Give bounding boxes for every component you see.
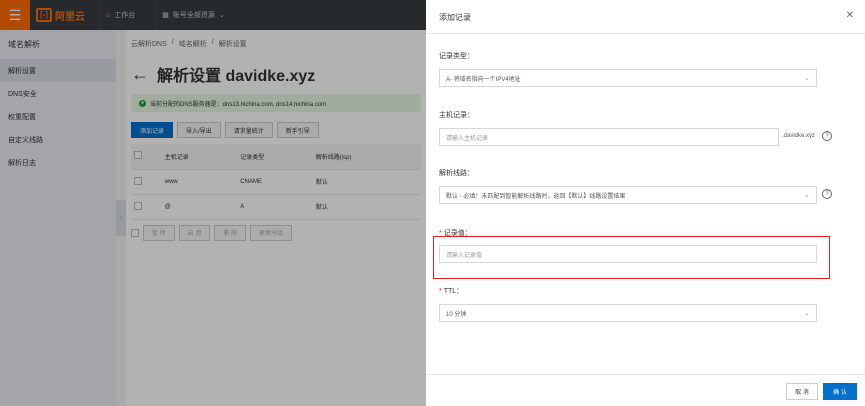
panel-divider <box>426 33 865 34</box>
chevron-down-icon: ⌄ <box>804 310 810 317</box>
record-value-label-text: 记录值： <box>443 230 472 237</box>
required-asterisk: * <box>439 230 442 237</box>
record-type-value: A- 将域名指向一个IPV4地址 <box>446 76 521 83</box>
panel-footer-divider <box>426 374 865 375</box>
add-record-panel: 添加记录 ✕ 记录类型： A- 将域名指向一个IPV4地址 ⌄ 主机记录： 请输… <box>426 0 865 406</box>
chevron-down-icon: ⌄ <box>804 75 810 82</box>
record-type-label: 记录类型： <box>439 53 474 60</box>
modal-backdrop[interactable] <box>0 0 426 406</box>
domain-suffix: .davidke.xyz <box>782 133 816 139</box>
record-value-label: * 记录值： <box>439 228 472 238</box>
cancel-button[interactable]: 取 消 <box>786 383 818 400</box>
resolve-line-label: 解析线路： <box>439 170 474 177</box>
resolve-line-value: 默认 - 必填！未匹配到智能解析线路时，返回【默认】线路设置结果 <box>446 193 626 200</box>
help-icon[interactable]: ? <box>822 189 832 199</box>
panel-title: 添加记录 <box>439 13 471 22</box>
ttl-select[interactable]: 10 分钟 ⌄ <box>439 304 817 322</box>
confirm-button[interactable]: 确 认 <box>823 383 857 400</box>
required-asterisk: * <box>439 288 442 295</box>
ttl-label: * TTL： <box>439 286 463 296</box>
chevron-down-icon: ⌄ <box>804 192 810 199</box>
help-icon[interactable]: ? <box>822 131 832 141</box>
host-record-input[interactable]: 请输入主机记录 <box>439 128 779 146</box>
host-record-placeholder: 请输入主机记录 <box>446 135 489 142</box>
host-record-label: 主机记录： <box>439 112 474 119</box>
ttl-value: 10 分钟 <box>446 311 467 318</box>
close-icon[interactable]: ✕ <box>846 10 854 21</box>
record-type-select[interactable]: A- 将域名指向一个IPV4地址 ⌄ <box>439 69 817 87</box>
ttl-label-text: TTL： <box>443 288 464 295</box>
record-value-placeholder: 请输入记录值 <box>446 252 483 259</box>
record-value-input[interactable]: 请输入记录值 <box>439 245 817 263</box>
resolve-line-select[interactable]: 默认 - 必填！未匹配到智能解析线路时，返回【默认】线路设置结果 ⌄ <box>439 186 817 204</box>
